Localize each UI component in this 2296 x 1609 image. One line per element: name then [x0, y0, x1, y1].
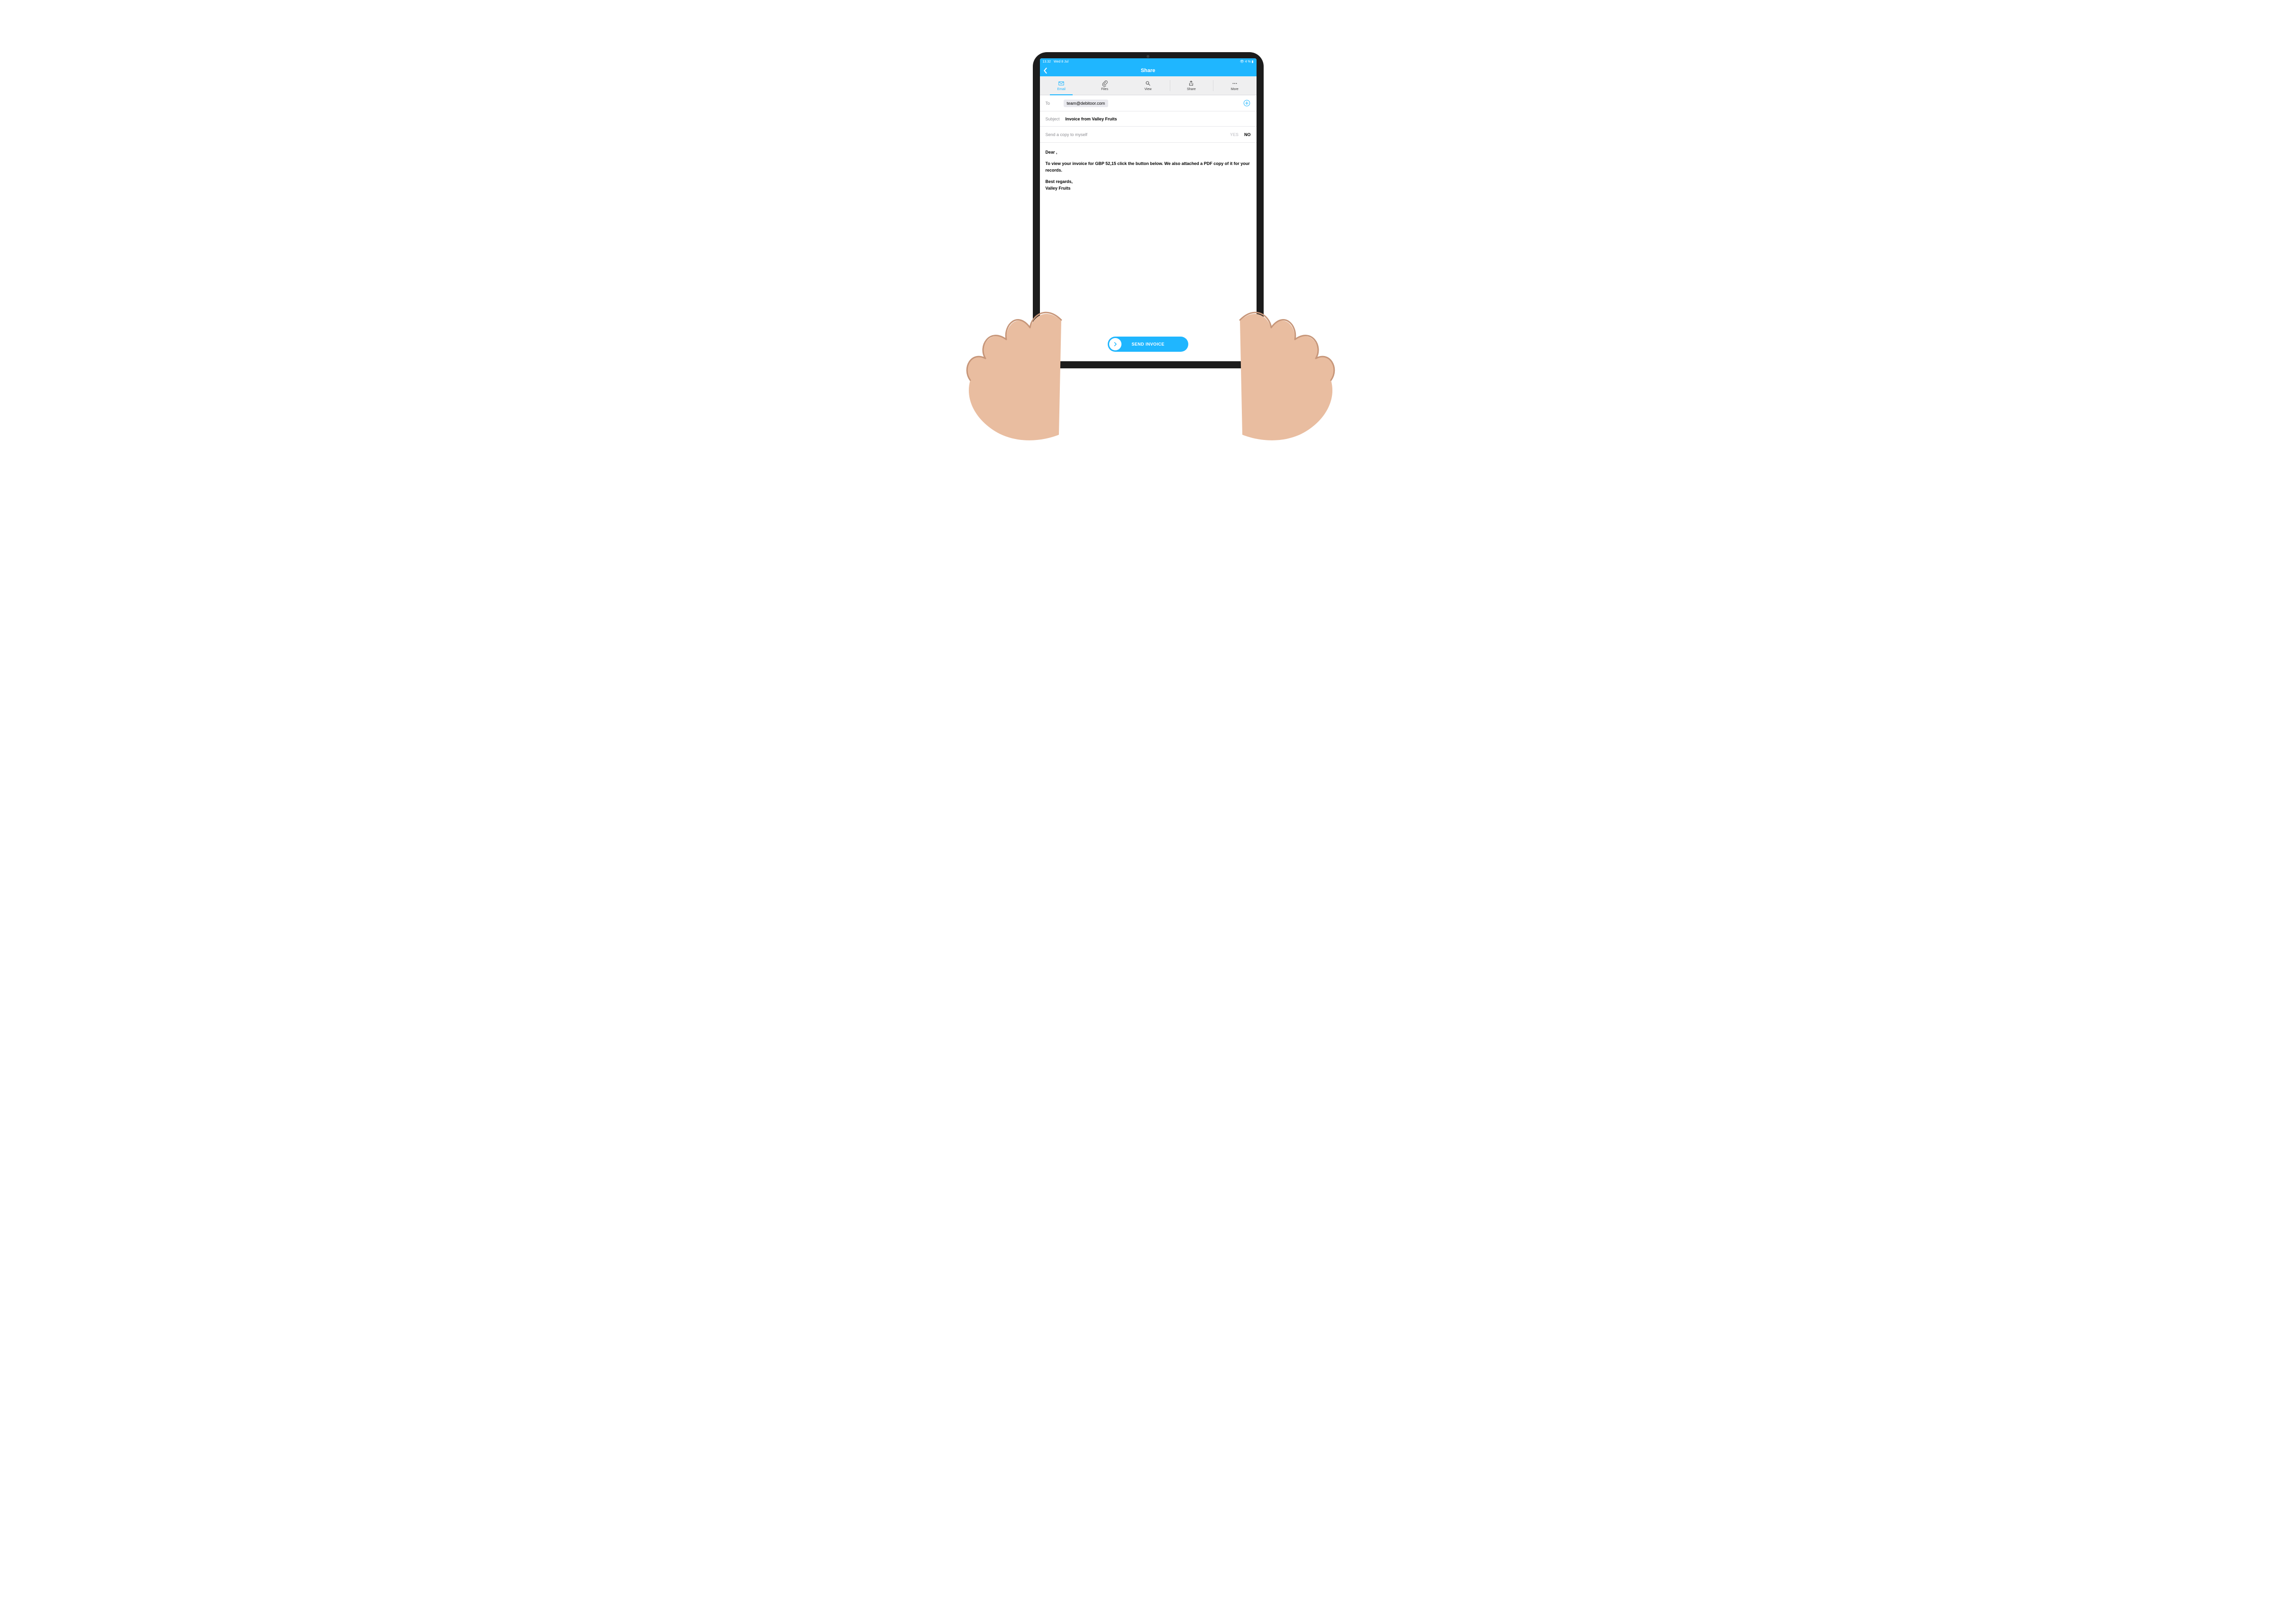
tab-files[interactable]: Files — [1083, 76, 1126, 95]
body-greeting: Dear , — [1046, 149, 1251, 156]
email-body[interactable]: Dear , To view your invoice for GBP 52,1… — [1040, 143, 1257, 331]
status-time: 13.32 — [1043, 60, 1051, 64]
plus-circle-icon — [1243, 100, 1250, 107]
tab-label: Share — [1187, 88, 1196, 91]
tablet-frame: 13.32 Wed 8 Jul 👁 4 % ▮ Share — [1033, 52, 1264, 368]
tab-share[interactable]: Share — [1170, 76, 1213, 95]
tab-view[interactable]: View — [1126, 76, 1169, 95]
recipient-chip[interactable]: team@debitoor.com — [1064, 100, 1109, 107]
tab-more[interactable]: More — [1213, 76, 1256, 95]
nav-bar: Share — [1040, 65, 1257, 76]
body-line: To view your invoice for GBP 52,15 click… — [1046, 161, 1251, 174]
share-icon — [1188, 80, 1194, 87]
tab-email[interactable]: Email — [1040, 76, 1083, 95]
magnifier-icon — [1145, 80, 1151, 87]
to-label: To — [1046, 101, 1066, 106]
add-recipient-button[interactable] — [1243, 100, 1251, 107]
chevron-right-icon — [1112, 341, 1118, 347]
toggle-no[interactable]: NO — [1244, 132, 1251, 137]
body-regards: Best regards, — [1046, 179, 1251, 185]
tab-label: More — [1231, 88, 1239, 91]
send-circle — [1109, 338, 1121, 350]
screen: 13.32 Wed 8 Jul 👁 4 % ▮ Share — [1040, 58, 1257, 361]
copy-to-self-toggle: YES NO — [1230, 132, 1251, 137]
email-icon — [1058, 80, 1065, 87]
tab-label: Files — [1101, 88, 1108, 91]
tab-label: View — [1144, 88, 1151, 91]
tab-bar: Email Files View — [1040, 76, 1257, 95]
copy-to-self-label: Send a copy to myself — [1046, 132, 1088, 137]
subject-row[interactable]: Subject Invoice from Valley Fruits — [1040, 111, 1257, 127]
back-button[interactable] — [1043, 65, 1048, 76]
tab-label: Email — [1057, 88, 1066, 91]
more-icon — [1231, 80, 1238, 87]
copy-to-self-row: Send a copy to myself YES NO — [1040, 127, 1257, 143]
send-area: SEND INVOICE — [1040, 331, 1257, 361]
body-sender: Valley Fruits — [1046, 185, 1251, 192]
status-battery: 👁 4 % ▮ — [1240, 60, 1254, 64]
paperclip-icon — [1102, 80, 1108, 87]
chevron-left-icon — [1043, 67, 1048, 74]
status-bar: 13.32 Wed 8 Jul 👁 4 % ▮ — [1040, 58, 1257, 65]
subject-label: Subject — [1046, 117, 1066, 121]
toggle-yes[interactable]: YES — [1230, 132, 1239, 137]
send-label: SEND INVOICE — [1131, 342, 1164, 347]
status-date: Wed 8 Jul — [1054, 60, 1068, 64]
send-invoice-button[interactable]: SEND INVOICE — [1108, 337, 1188, 352]
tablet-camera — [1147, 55, 1149, 58]
to-row: To team@debitoor.com — [1040, 95, 1257, 111]
subject-value: Invoice from Valley Fruits — [1066, 117, 1117, 121]
nav-title: Share — [1141, 68, 1156, 73]
